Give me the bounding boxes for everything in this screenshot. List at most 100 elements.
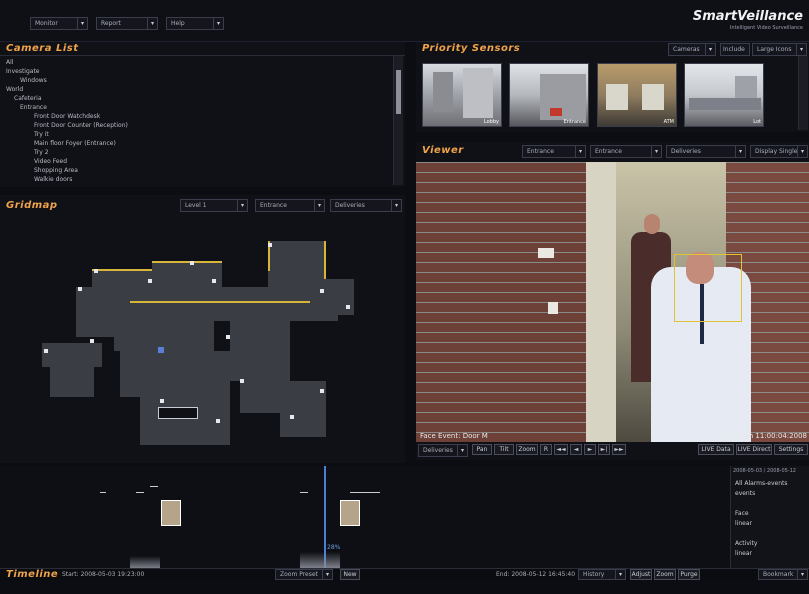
fast-forward-button[interactable]: ►► bbox=[612, 444, 626, 455]
video-feed[interactable]: Face Event: Door M Door Cam 11:00:04:200… bbox=[416, 162, 809, 442]
chevron-down-icon: ▾ bbox=[237, 200, 247, 211]
viewer-overlay-left: Face Event: Door M bbox=[420, 432, 488, 440]
gridmap-camera-select[interactable]: Deliveries ▾ bbox=[330, 199, 402, 212]
zoom-preset-select[interactable]: Zoom Preset ▾ bbox=[275, 569, 333, 580]
brand-logo: SmartVeillance Intelligent Video Surveil… bbox=[692, 9, 803, 31]
scroll-thumb[interactable] bbox=[396, 70, 401, 114]
chevron-down-icon: ▾ bbox=[77, 18, 87, 29]
timeline-end: End: 2008-05-12 16:45:40 bbox=[496, 571, 576, 578]
chevron-down-icon: ▾ bbox=[147, 18, 157, 29]
record-button[interactable]: R bbox=[540, 444, 552, 455]
filter-label: Face bbox=[735, 510, 749, 517]
pan-button[interactable]: Pan bbox=[472, 444, 492, 455]
tree-item[interactable]: Video Feed bbox=[34, 158, 67, 165]
event-thumbnail[interactable] bbox=[161, 500, 181, 526]
viewer-site-select[interactable]: Entrance ▾ bbox=[522, 145, 586, 158]
viewer-title: Viewer bbox=[422, 145, 464, 156]
step-back-button[interactable]: ◄ bbox=[570, 444, 582, 455]
filter-label: Activity bbox=[735, 540, 758, 547]
include-toggle[interactable]: Include bbox=[720, 43, 750, 56]
chevron-down-icon: ▾ bbox=[797, 570, 807, 579]
top-bar: Monitor ▾ Report ▾ Help ▾ SmartVeillance In… bbox=[0, 0, 809, 42]
tree-item[interactable]: Main floor Foyer (Entrance) bbox=[34, 140, 116, 147]
step-forward-button[interactable]: ►| bbox=[598, 444, 610, 455]
chevron-down-icon: ▾ bbox=[797, 146, 807, 157]
filter-value[interactable]: linear bbox=[735, 550, 752, 557]
event-thumbnail[interactable] bbox=[340, 500, 360, 526]
timeline-side-panel: 2008-05-03 / 2008-05-12 All Alarms-event… bbox=[730, 466, 809, 570]
monitor-menu[interactable]: Monitor ▾ bbox=[30, 17, 88, 30]
camera-list-panel: Camera List All Investigate Windows Worl… bbox=[0, 42, 405, 187]
timeline-start: Start: 2008-05-03 19:23:00 bbox=[62, 571, 145, 578]
viewer-panel: Viewer Entrance ▾ Entrance ▾ Deliveries ▾ D… bbox=[416, 142, 809, 460]
camera-list-title: Camera List bbox=[6, 43, 79, 54]
tree-item[interactable]: Shopping Area bbox=[34, 167, 78, 174]
tree-item[interactable]: Front Door Watchdesk bbox=[34, 113, 100, 120]
tree-item[interactable]: Front Door Counter (Reception) bbox=[34, 122, 128, 129]
gridmap-panel: Gridmap Level 1 ▾ Entrance ▾ Deliveries ▾ bbox=[0, 195, 405, 463]
zoom-timeline-button[interactable]: Zoom bbox=[654, 569, 676, 580]
tree-item[interactable]: Walkie doors bbox=[34, 176, 72, 183]
priority-sensors-panel: Priority Sensors Cameras ▾ Include Large … bbox=[416, 42, 809, 132]
bookmark-select[interactable]: Bookmark ▾ bbox=[758, 569, 808, 580]
filter-value[interactable]: events bbox=[735, 490, 755, 497]
new-button[interactable]: New bbox=[340, 569, 360, 580]
chevron-down-icon: ▾ bbox=[314, 200, 324, 211]
play-button[interactable]: ► bbox=[584, 444, 596, 455]
chevron-down-icon: ▾ bbox=[705, 44, 715, 55]
sensor-source-select[interactable]: Cameras ▾ bbox=[668, 43, 716, 56]
chevron-down-icon: ▾ bbox=[796, 44, 806, 55]
purge-button[interactable]: Purge bbox=[678, 569, 700, 580]
adjust-button[interactable]: Adjust bbox=[630, 569, 652, 580]
sensor-thumbnail[interactable]: Entrance bbox=[509, 63, 589, 127]
viewer-zone-select[interactable]: Entrance ▾ bbox=[590, 145, 662, 158]
sensor-thumbnail[interactable]: Lot bbox=[684, 63, 764, 127]
filter-value[interactable]: linear bbox=[735, 520, 752, 527]
chevron-down-icon: ▾ bbox=[651, 146, 661, 157]
viewer-overlay-right: Door Cam 11:00:04:2008 bbox=[718, 432, 807, 440]
sensor-thumbnail[interactable]: Lobby bbox=[422, 63, 502, 127]
timeline-title: Timeline bbox=[6, 569, 59, 580]
chevron-down-icon: ▾ bbox=[322, 570, 332, 579]
chevron-down-icon: ▾ bbox=[213, 18, 223, 29]
tree-item[interactable]: Windows bbox=[20, 77, 47, 84]
viewer-camera-select[interactable]: Deliveries ▾ bbox=[666, 145, 746, 158]
gridmap-zone-select[interactable]: Entrance ▾ bbox=[255, 199, 325, 212]
tree-item[interactable]: Entrance bbox=[20, 104, 47, 111]
tree-item[interactable]: World bbox=[6, 86, 23, 93]
help-menu[interactable]: Help ▾ bbox=[166, 17, 224, 30]
chevron-down-icon: ▾ bbox=[575, 146, 585, 157]
chevron-down-icon: ▾ bbox=[735, 146, 745, 157]
sensor-scrollbar[interactable] bbox=[798, 56, 808, 130]
floor-plan[interactable] bbox=[40, 239, 360, 449]
tree-item[interactable]: Try it bbox=[34, 131, 49, 138]
tree-item[interactable]: All bbox=[6, 59, 13, 66]
face-detection-box bbox=[674, 254, 742, 322]
live-direct-button[interactable]: LIVE Direct bbox=[736, 444, 772, 455]
tree-item[interactable]: Cafeteria bbox=[14, 95, 42, 102]
chevron-down-icon: ▾ bbox=[457, 445, 467, 456]
sensor-thumbnail[interactable]: ATM bbox=[597, 63, 677, 127]
live-data-button[interactable]: LIVE Data bbox=[698, 444, 734, 455]
icon-size-select[interactable]: Large Icons ▾ bbox=[752, 43, 807, 56]
tree-item[interactable]: Try 2 bbox=[34, 149, 49, 156]
zoom-button[interactable]: Zoom bbox=[516, 444, 538, 455]
priority-sensors-title: Priority Sensors bbox=[422, 43, 521, 54]
viewer-bottom-select[interactable]: Deliveries ▾ bbox=[418, 444, 468, 457]
settings-button[interactable]: Settings bbox=[774, 444, 808, 455]
rewind-button[interactable]: ◄◄ bbox=[554, 444, 568, 455]
timeline-footer: Timeline Start: 2008-05-03 19:23:00 Zoom… bbox=[0, 568, 809, 580]
gridmap-title: Gridmap bbox=[6, 200, 58, 211]
timeline-marker-label: 28% bbox=[327, 544, 341, 551]
timeline-panel: 28% 2008-05-03 / 2008-05-12 All Alarms-e… bbox=[0, 466, 809, 580]
gridmap-level-select[interactable]: Level 1 ▾ bbox=[180, 199, 248, 212]
filter-label: All Alarms-events bbox=[735, 480, 788, 487]
chevron-down-icon: ▾ bbox=[615, 570, 625, 579]
report-menu[interactable]: Report ▾ bbox=[96, 17, 158, 30]
tree-item[interactable]: Investigate bbox=[6, 68, 40, 75]
tilt-button[interactable]: Tilt bbox=[494, 444, 514, 455]
history-select[interactable]: History ▾ bbox=[578, 569, 626, 580]
viewer-layout-select[interactable]: Display Single ▾ bbox=[750, 145, 808, 158]
camera-list-scrollbar[interactable] bbox=[393, 56, 403, 185]
chevron-down-icon: ▾ bbox=[391, 200, 401, 211]
